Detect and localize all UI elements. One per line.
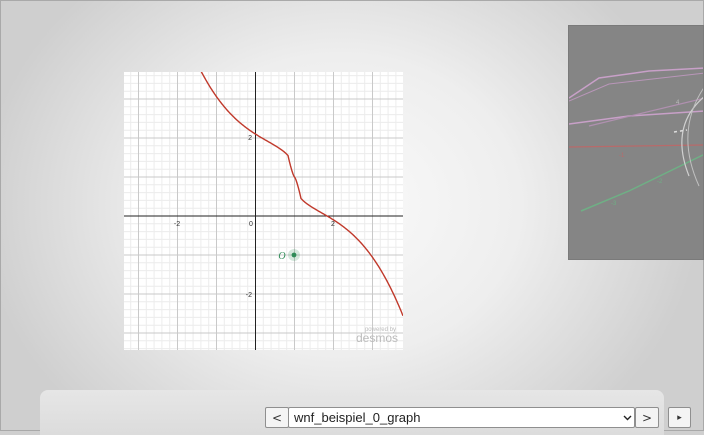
thumbnail-label: 4 [676, 100, 680, 106]
point-o[interactable] [291, 252, 297, 258]
origin-label: 0 [249, 221, 253, 228]
x-tick-label: 2 [331, 221, 335, 228]
graph-panel[interactable]: -2 0 2 2 -2 O powered by desmos [124, 72, 403, 350]
preview-thumbnail[interactable]: -1 -2 -3 4 [568, 25, 704, 260]
graph-select[interactable]: wnf_beispiel_0_graph [288, 407, 635, 428]
y-tick-label: 2 [248, 135, 252, 142]
selected-graph-value: wnf_beispiel_0_graph [294, 410, 421, 425]
thumbnail-label: -3 [611, 201, 617, 207]
previous-button[interactable]: < [265, 407, 289, 428]
x-tick-label: -2 [174, 221, 180, 228]
y-tick-label: -2 [246, 292, 252, 299]
point-o-label: O [278, 251, 285, 262]
next-button[interactable]: > [635, 407, 659, 428]
thumbnail-label: -1 [619, 153, 625, 159]
graph-canvas[interactable]: -2 0 2 2 -2 O powered by desmos [124, 72, 403, 350]
chevron-down-icon [620, 415, 634, 421]
desmos-logo: desmos [356, 331, 398, 345]
thumbnail-sketch: -1 -2 -3 4 [569, 67, 703, 212]
thumbnail-label: -2 [657, 179, 663, 185]
play-button[interactable]: ▸ [668, 407, 691, 428]
